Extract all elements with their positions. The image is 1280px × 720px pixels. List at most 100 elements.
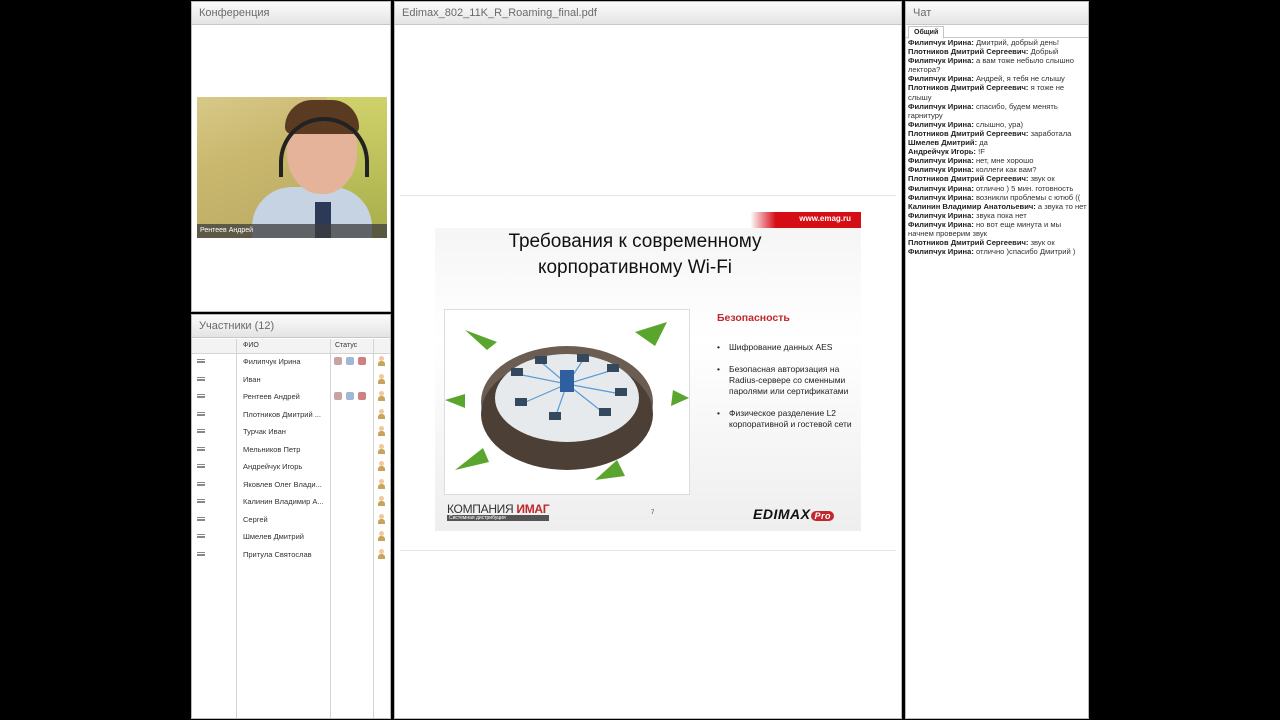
chat-text: слышно, ура) (973, 119, 1024, 129)
chat-author: Филипчук Ирина: (908, 56, 974, 66)
chat-author: Плотников Дмитрий Сергеевич: (908, 238, 1029, 248)
chat-author: Филипчук Ирина: (908, 247, 974, 257)
participants-title: Участники (12) (192, 315, 390, 338)
camera-icon[interactable] (346, 392, 354, 400)
slide-section-title: Безопасность (717, 312, 790, 324)
conference-panel: Конференция Рентеев Андрей (191, 1, 391, 312)
chat-message: Филипчук Ирина: звука пока нет (908, 211, 1088, 220)
chat-author: Филипчук Ирина: (908, 210, 974, 220)
network-security-illustration (444, 309, 690, 495)
chat-author: Филипчук Ирина: (908, 219, 974, 229)
participants-panel: Участники (12) ФИО Статус Филипчук Ирина… (191, 314, 391, 719)
menu-icon[interactable] (197, 516, 205, 521)
participant-row[interactable]: Рентеев Андрей (192, 388, 390, 406)
mic-icon[interactable] (334, 357, 342, 365)
chat-message: Плотников Дмитрий Сергеевич: звук ок (908, 174, 1088, 183)
menu-icon[interactable] (197, 411, 205, 416)
participant-name: Турчак Иван (243, 427, 286, 436)
participant-row[interactable]: Турчак Иван (192, 423, 390, 441)
chat-panel: Чат Общий Филипчук Ирина: Дмитрий, добры… (905, 1, 1089, 719)
participant-row[interactable]: Яковлев Олег Влади... (192, 476, 390, 494)
slide-bullets: Шифрование данных AES Безопасная авториз… (717, 342, 857, 441)
chat-messages: Филипчук Ирина: Дмитрий, добрый день! Пло… (908, 38, 1088, 256)
imag-logo-part1: КОМПАНИЯ (447, 502, 517, 516)
chat-author: Плотников Дмитрий Сергеевич: (908, 83, 1029, 93)
participant-name: Сергей (243, 514, 268, 524)
participant-row[interactable]: Плотников Дмитрий ... (192, 406, 390, 424)
participant-row[interactable]: Калинин Владимир А... (192, 493, 390, 511)
chat-text: отлично ) 5 мин. готовность (973, 183, 1074, 193)
edimax-logo-pro: Pro (811, 511, 834, 521)
slide-title-line2: корпоративному Wi-Fi (537, 257, 733, 278)
screen-icon[interactable] (358, 392, 366, 400)
menu-icon[interactable] (197, 551, 205, 556)
chat-message: Филипчук Ирина: слышно, ура) (908, 120, 1088, 129)
participant-row[interactable]: Сергей (192, 511, 390, 529)
user-icon (378, 356, 385, 366)
menu-icon[interactable] (197, 359, 205, 363)
chat-message: Плотников Дмитрий Сергеевич: Добрый (908, 47, 1088, 56)
video-feed[interactable]: Рентеев Андрей (197, 97, 387, 238)
participant-row[interactable]: Иван (192, 371, 390, 389)
camera-icon[interactable] (346, 357, 354, 365)
menu-icon[interactable] (197, 394, 205, 398)
chat-author: Плотников Дмитрий Сергеевич: (908, 128, 1029, 138)
column-name-header[interactable]: ФИО (243, 342, 259, 349)
user-icon (378, 496, 385, 506)
user-icon (378, 373, 385, 384)
chat-tabs: Общий (906, 25, 1088, 39)
chat-message: Филипчук Ирина: но вот еще минута и мы н… (908, 220, 1088, 238)
user-icon (378, 408, 385, 419)
document-panel: Edimax_802_11K_R_Roaming_final.pdf www.e… (394, 1, 902, 719)
menu-icon[interactable] (197, 376, 205, 381)
chat-author: Шмелев Дмитрий: (908, 138, 978, 148)
participant-row[interactable]: Филипчук Ирина (192, 353, 390, 371)
slide-top-bar (435, 212, 861, 228)
chat-message: Филипчук Ирина: коллеги как вам? (908, 165, 1088, 174)
participant-row[interactable]: Андрейчук Игорь (192, 458, 390, 476)
menu-icon[interactable] (197, 534, 205, 538)
chat-message: Калинин Владимир Анатольевич: а звука то… (908, 202, 1088, 211)
chat-text: Дмитрий, добрый день! (973, 38, 1059, 47)
chat-text: а звука то нет (1035, 201, 1087, 211)
chat-author: Филипчук Ирина: (908, 156, 974, 166)
chat-message: Филипчук Ирина: отлично ) 5 мин. готовно… (908, 184, 1088, 193)
menu-icon[interactable] (197, 499, 205, 503)
chat-text: коллеги как вам? (973, 165, 1037, 175)
screen-icon[interactable] (358, 357, 366, 365)
chat-author: Калинин Владимир Анатольевич: (908, 201, 1036, 211)
participant-name: Притула Святослав (243, 549, 312, 559)
chat-author: Филипчук Ирина: (908, 101, 974, 111)
imag-logo: КОМПАНИЯ ИМАГ Системная дистрибуция (447, 502, 550, 521)
slide-bullet: Безопасная авторизация на Radius-сервере… (717, 364, 857, 397)
chat-text: звука пока нет (973, 210, 1027, 220)
participant-name: Шмелев Дмитрий (243, 532, 304, 541)
wall-network-icon (445, 322, 689, 480)
menu-icon[interactable] (197, 429, 205, 433)
participant-name: Плотников Дмитрий ... (243, 409, 321, 419)
chat-message: Филипчук Ирина: Андрей, я тебя не слышу (908, 74, 1088, 83)
menu-icon[interactable] (197, 446, 205, 451)
video-caption: Рентеев Андрей (197, 224, 387, 238)
mic-icon[interactable] (334, 392, 342, 400)
user-icon (378, 443, 385, 454)
menu-icon[interactable] (197, 464, 205, 468)
column-status-header[interactable]: Статус (335, 342, 357, 349)
participant-row[interactable]: Притула Святослав (192, 546, 390, 564)
participant-name: Мельников Петр (243, 444, 301, 454)
participant-status-icons (334, 392, 370, 402)
participants-column-headers: ФИО Статус (192, 339, 390, 354)
user-icon (378, 461, 385, 471)
participant-name: Рентеев Андрей (243, 392, 300, 401)
chat-text: звук ок (1028, 238, 1055, 248)
edimax-logo: EDIMAX Pro (753, 506, 834, 522)
participant-row[interactable]: Мельников Петр (192, 441, 390, 459)
chat-text: нет, мне хорошо (973, 156, 1034, 166)
slide-url: www.emag.ru (799, 214, 851, 223)
menu-icon[interactable] (197, 481, 205, 486)
chat-text: отлично )спасибо Дмитрий ) (973, 247, 1076, 257)
chat-message: Филипчук Ирина: а вам тоже небыло слышно… (908, 56, 1088, 74)
chat-message: Андрейчук Игорь: !F (908, 147, 1088, 156)
participant-row[interactable]: Шмелев Дмитрий (192, 528, 390, 546)
chat-text: да (977, 138, 988, 148)
